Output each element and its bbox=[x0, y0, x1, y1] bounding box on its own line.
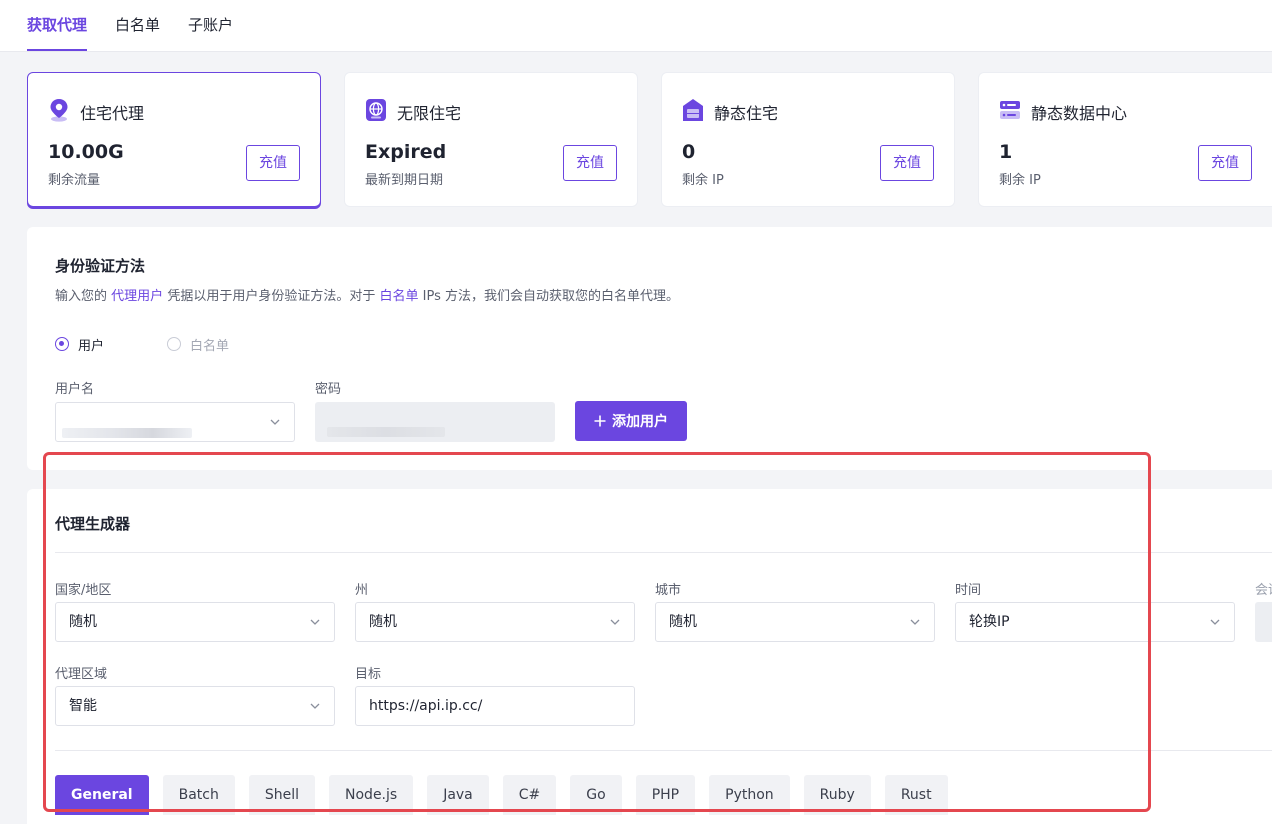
lang-tab-batch[interactable]: Batch bbox=[162, 775, 235, 815]
recharge-button[interactable]: 充值 bbox=[563, 145, 617, 181]
tab-get-proxy[interactable]: 获取代理 bbox=[27, 0, 88, 51]
tab-sub-accounts[interactable]: 子账户 bbox=[188, 0, 233, 51]
radio-label: 用户 bbox=[78, 338, 105, 354]
username-select[interactable] bbox=[55, 402, 295, 442]
session-field[interactable] bbox=[1255, 602, 1272, 642]
proxy-generator-panel: 代理生成器 国家/地区 随机 州 随机 城市 随机 时间 轮换IP 会话 代理区… bbox=[27, 489, 1272, 824]
password-field[interactable] bbox=[315, 402, 555, 442]
tab-whitelist[interactable]: 白名单 bbox=[115, 0, 160, 51]
proxy-user-link[interactable]: 代理用户 bbox=[111, 289, 163, 304]
card-subtitle: 最新到期日期 bbox=[365, 173, 444, 188]
country-label: 国家/地区 bbox=[55, 583, 112, 598]
recharge-button[interactable]: 充值 bbox=[246, 145, 300, 181]
state-select[interactable]: 随机 bbox=[355, 602, 635, 642]
globe-icon bbox=[366, 99, 386, 121]
add-user-label: 添加用户 bbox=[612, 414, 668, 430]
divider bbox=[55, 552, 1272, 553]
lang-tab-nodejs[interactable]: Node.js bbox=[329, 775, 414, 815]
radio-dot bbox=[167, 337, 181, 351]
card-static-datacenter[interactable]: 静态数据中心 1 剩余 IP 充值 bbox=[978, 72, 1272, 207]
password-label: 密码 bbox=[315, 382, 342, 397]
recharge-button[interactable]: 充值 bbox=[1198, 145, 1252, 181]
auth-method-panel: 身份验证方法 输入您的 代理用户 凭据以用于用户身份验证方法。对于 白名单 IP… bbox=[27, 227, 1272, 470]
chevron-down-icon bbox=[1210, 619, 1220, 625]
state-value: 随机 bbox=[369, 614, 397, 630]
region-value: 智能 bbox=[69, 698, 97, 714]
card-residential-proxy[interactable]: 住宅代理 10.00G 剩余流量 充值 bbox=[27, 72, 321, 207]
chevron-down-icon bbox=[270, 419, 280, 425]
divider bbox=[55, 750, 1272, 751]
radio-label: 白名单 bbox=[190, 338, 230, 354]
card-static-residential[interactable]: 静态住宅 0 剩余 IP 充值 bbox=[661, 72, 955, 207]
add-user-button[interactable]: 添加用户 bbox=[575, 401, 687, 441]
radio-user[interactable]: 用户 bbox=[55, 335, 105, 354]
desc-text: 凭据以用于用户身份验证方法。对于 bbox=[167, 289, 376, 304]
radio-dot bbox=[55, 337, 69, 351]
card-subtitle: 剩余 IP bbox=[682, 173, 724, 188]
card-title: 住宅代理 bbox=[80, 104, 145, 123]
state-label: 州 bbox=[355, 583, 369, 598]
house-icon bbox=[683, 99, 703, 121]
auth-method-description: 输入您的 代理用户 凭据以用于用户身份验证方法。对于 白名单 IPs 方法，我们… bbox=[55, 285, 679, 304]
redacted-password bbox=[327, 427, 445, 437]
lang-tab-java[interactable]: Java bbox=[427, 775, 489, 815]
card-unlimited-residential[interactable]: 无限住宅 Expired 最新到期日期 充值 bbox=[344, 72, 638, 207]
chevron-down-icon bbox=[910, 619, 920, 625]
card-value: 0 bbox=[682, 141, 696, 163]
card-title: 无限住宅 bbox=[397, 104, 462, 123]
city-select[interactable]: 随机 bbox=[655, 602, 935, 642]
whitelist-link[interactable]: 白名单 bbox=[379, 289, 418, 304]
location-pin-icon bbox=[50, 99, 68, 122]
chevron-down-icon bbox=[310, 619, 320, 625]
card-title: 静态住宅 bbox=[714, 104, 779, 123]
top-navigation: 获取代理 白名单 子账户 bbox=[0, 0, 1272, 52]
username-label: 用户名 bbox=[55, 382, 95, 397]
lang-tab-general[interactable]: General bbox=[55, 775, 149, 815]
card-title: 静态数据中心 bbox=[1031, 104, 1128, 123]
lang-tab-php[interactable]: PHP bbox=[635, 775, 696, 815]
card-subtitle: 剩余 IP bbox=[999, 173, 1041, 188]
card-value: 1 bbox=[999, 141, 1013, 163]
chevron-down-icon bbox=[310, 703, 320, 709]
chevron-down-icon bbox=[610, 619, 620, 625]
region-select[interactable]: 智能 bbox=[55, 686, 335, 726]
country-value: 随机 bbox=[69, 614, 97, 630]
city-label: 城市 bbox=[655, 583, 682, 598]
desc-text: 输入您的 bbox=[55, 289, 108, 304]
time-select[interactable]: 轮换IP bbox=[955, 602, 1235, 642]
target-input[interactable]: https://api.ip.cc/ bbox=[355, 686, 635, 726]
country-select[interactable]: 随机 bbox=[55, 602, 335, 642]
lang-tab-python[interactable]: Python bbox=[709, 775, 790, 815]
city-value: 随机 bbox=[669, 614, 697, 630]
redacted-username bbox=[62, 428, 192, 438]
server-icon bbox=[1000, 101, 1020, 119]
lang-tab-csharp[interactable]: C# bbox=[502, 775, 557, 815]
lang-tab-ruby[interactable]: Ruby bbox=[803, 775, 871, 815]
lang-tab-rust[interactable]: Rust bbox=[884, 775, 948, 815]
radio-whitelist[interactable]: 白名单 bbox=[167, 335, 230, 354]
card-value: 10.00G bbox=[48, 141, 124, 163]
auth-method-title: 身份验证方法 bbox=[55, 257, 146, 275]
plus-icon bbox=[594, 415, 606, 427]
lang-tab-shell[interactable]: Shell bbox=[248, 775, 316, 815]
lang-tab-go[interactable]: Go bbox=[570, 775, 622, 815]
target-label: 目标 bbox=[355, 667, 382, 682]
card-subtitle: 剩余流量 bbox=[48, 173, 101, 188]
card-value: Expired bbox=[365, 141, 447, 163]
region-label: 代理区域 bbox=[55, 667, 108, 682]
time-value: 轮换IP bbox=[969, 614, 1010, 630]
language-tabs: General Batch Shell Node.js Java C# Go P… bbox=[55, 775, 948, 815]
time-label: 时间 bbox=[955, 583, 982, 598]
proxy-generator-title: 代理生成器 bbox=[55, 515, 131, 533]
session-label: 会话 bbox=[1255, 583, 1272, 598]
desc-text: IPs 方法，我们会自动获取您的白名单代理。 bbox=[422, 289, 679, 304]
recharge-button[interactable]: 充值 bbox=[880, 145, 934, 181]
